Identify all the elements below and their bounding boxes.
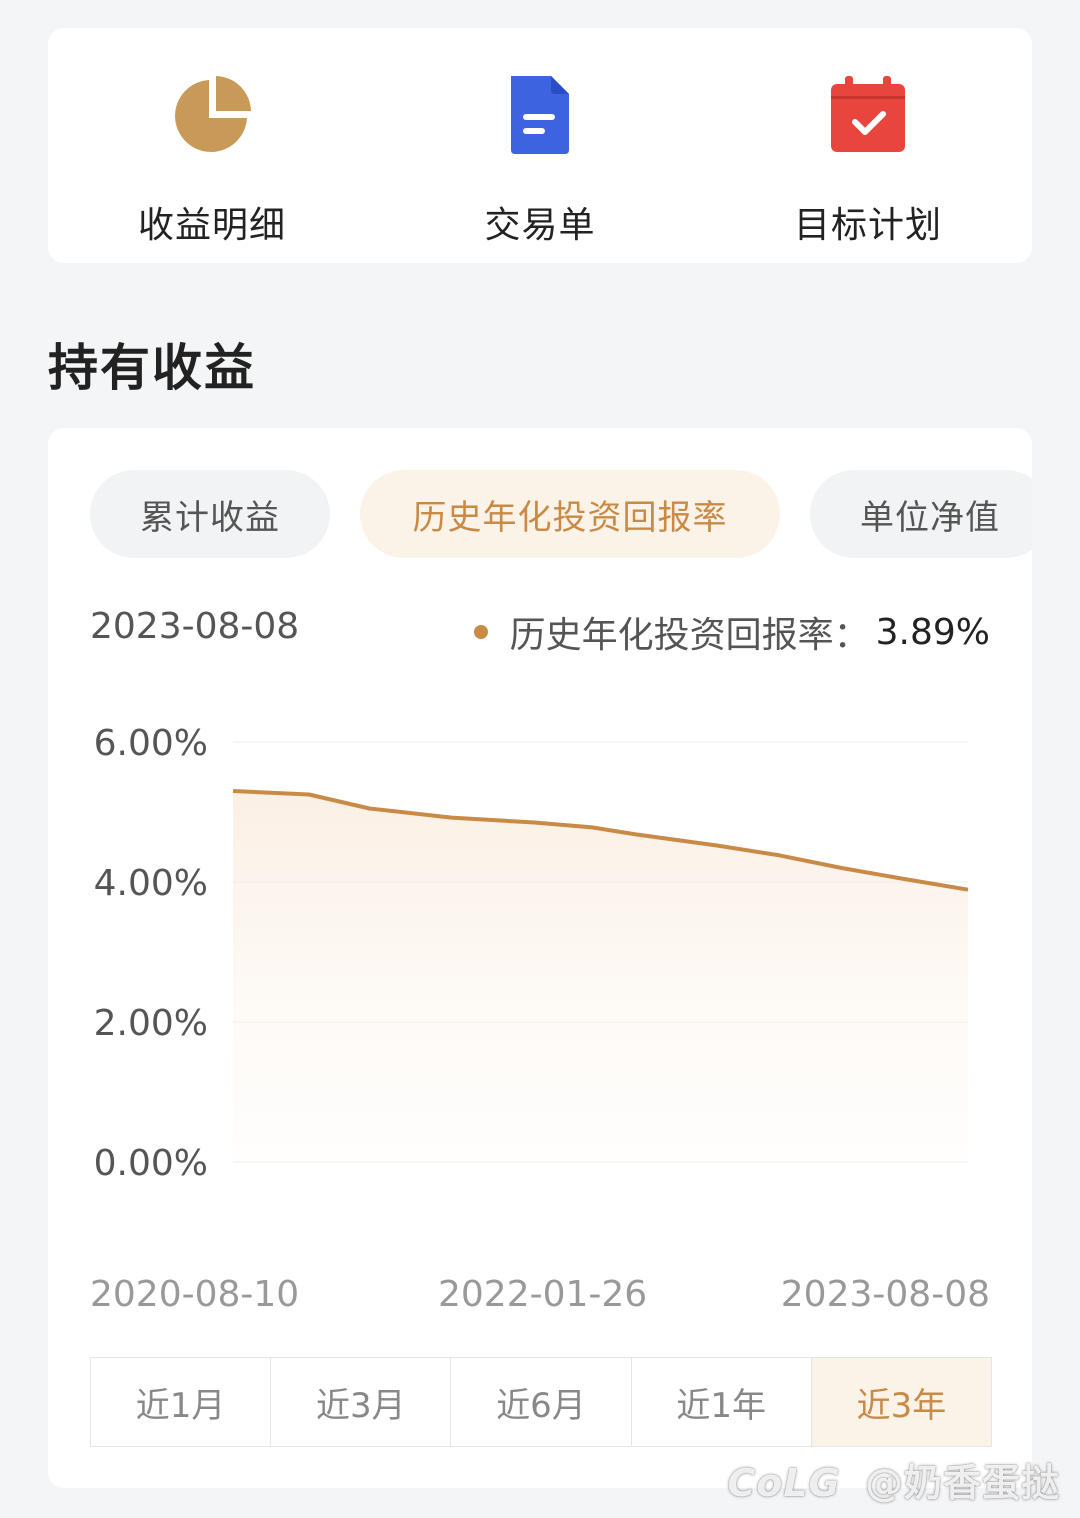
y-tick-label: 2.00% bbox=[94, 1003, 208, 1044]
y-tick-label: 6.00% bbox=[94, 723, 208, 764]
range-6-months[interactable]: 近6月 bbox=[451, 1358, 632, 1446]
x-tick-label: 2022-01-26 bbox=[438, 1274, 648, 1315]
range-1-month[interactable]: 近1月 bbox=[91, 1358, 272, 1446]
range-1-year[interactable]: 近1年 bbox=[632, 1358, 812, 1446]
transactions-label: 交易单 bbox=[484, 205, 596, 246]
document-icon bbox=[511, 76, 569, 154]
pie-chart-icon bbox=[175, 76, 251, 152]
watermark-handle: @奶香蛋挞 bbox=[864, 1461, 1060, 1505]
y-tick-label: 0.00% bbox=[94, 1143, 208, 1184]
transactions-button[interactable]: 交易单 bbox=[376, 28, 704, 263]
watermark: CoLG @奶香蛋挞 bbox=[727, 1452, 1060, 1507]
return-line-chart[interactable]: 6.00% 4.00% 2.00% 0.00% bbox=[48, 428, 1032, 1248]
time-range-selector: 近1月 近3月 近6月 近1年 近3年 bbox=[90, 1357, 992, 1447]
x-tick-label: 2020-08-10 bbox=[90, 1274, 300, 1315]
y-tick-label: 4.00% bbox=[94, 863, 208, 904]
section-title: 持有收益 bbox=[48, 339, 256, 397]
quick-actions-card: 收益明细 交易单 目标计划 bbox=[48, 28, 1032, 263]
goal-plan-button[interactable]: 目标计划 bbox=[704, 28, 1032, 263]
income-detail-button[interactable]: 收益明细 bbox=[48, 28, 376, 263]
chart-card: 累计收益 历史年化投资回报率 单位净值 2023-08-08 历史年化投资回报率… bbox=[48, 428, 1032, 1488]
goal-plan-label: 目标计划 bbox=[793, 205, 942, 246]
area-fill bbox=[233, 791, 968, 1162]
income-detail-label: 收益明细 bbox=[137, 205, 286, 246]
calendar-check-icon bbox=[831, 76, 905, 152]
x-tick-label: 2023-08-08 bbox=[780, 1274, 990, 1315]
watermark-logo: CoLG bbox=[727, 1461, 841, 1505]
range-3-years[interactable]: 近3年 bbox=[811, 1358, 992, 1446]
range-3-months[interactable]: 近3月 bbox=[271, 1358, 452, 1446]
